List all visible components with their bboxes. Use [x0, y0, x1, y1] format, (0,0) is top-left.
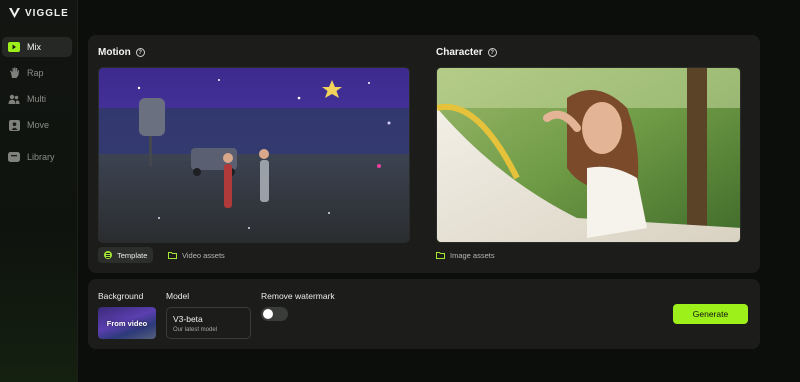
main-content: Motion ? Template Video assets Character…: [78, 0, 800, 382]
sidebar-item-label: Mix: [27, 42, 41, 52]
viggle-logo-icon: [9, 8, 20, 18]
motion-video-preview[interactable]: [98, 67, 410, 243]
model-label: Model: [166, 291, 190, 301]
background-value: From video: [106, 318, 148, 328]
background-selector[interactable]: From video: [98, 307, 156, 339]
motion-preview-image: [99, 68, 409, 242]
tab-video-assets-label: Video assets: [182, 250, 225, 260]
sidebar-item-label: Rap: [27, 68, 44, 78]
sidebar-item-label: Library: [27, 152, 55, 162]
tab-template-label: Template: [117, 250, 148, 260]
watermark-label: Remove watermark: [261, 291, 335, 301]
app-logo[interactable]: VIGGLE: [8, 6, 69, 20]
sidebar-item-label: Multi: [27, 94, 47, 104]
library-icon: [8, 151, 20, 163]
tab-template[interactable]: Template: [98, 247, 154, 263]
app-name: VIGGLE: [25, 7, 69, 19]
sidebar-item-label: Move: [27, 120, 50, 130]
folder-icon: [436, 251, 445, 259]
image-icon: [8, 119, 20, 131]
image-assets-label: Image assets: [450, 250, 495, 260]
remove-watermark-toggle[interactable]: [261, 307, 288, 321]
settings-bar: Background From video Model V3-beta Our …: [88, 279, 760, 349]
motion-title: Motion: [98, 47, 131, 58]
people-icon: [8, 93, 20, 105]
input-panel: Motion ? Template Video assets Character…: [88, 35, 760, 273]
model-name: V3-beta: [173, 314, 203, 324]
model-selector[interactable]: V3-beta Our latest model: [166, 307, 251, 339]
sidebar-item-rap[interactable]: Rap: [2, 63, 72, 83]
toggle-knob: [263, 309, 273, 319]
sidebar-item-move[interactable]: Move: [2, 115, 72, 135]
sidebar-item-multi[interactable]: Multi: [2, 89, 72, 109]
hand-icon: [8, 67, 20, 79]
help-icon[interactable]: ?: [487, 48, 497, 57]
character-section-title: Character ?: [436, 47, 497, 58]
folder-icon: [168, 251, 177, 259]
template-icon: [104, 251, 112, 259]
sidebar-item-mix[interactable]: Mix: [2, 37, 72, 57]
tab-video-assets[interactable]: Video assets: [162, 247, 231, 263]
help-icon[interactable]: ?: [135, 48, 145, 57]
model-description: Our latest model: [173, 327, 218, 333]
character-image-preview[interactable]: [436, 67, 741, 243]
character-title: Character: [436, 47, 483, 58]
image-assets-button[interactable]: Image assets: [430, 247, 501, 263]
play-icon: [8, 41, 20, 53]
sidebar-item-library[interactable]: Library: [2, 147, 72, 167]
sidebar: VIGGLE Mix Rap Multi Move Library: [0, 0, 78, 382]
background-label: Background: [98, 291, 144, 301]
character-preview-image: [437, 68, 740, 242]
generate-button[interactable]: Generate: [673, 304, 748, 324]
motion-section-title: Motion ?: [98, 47, 145, 58]
